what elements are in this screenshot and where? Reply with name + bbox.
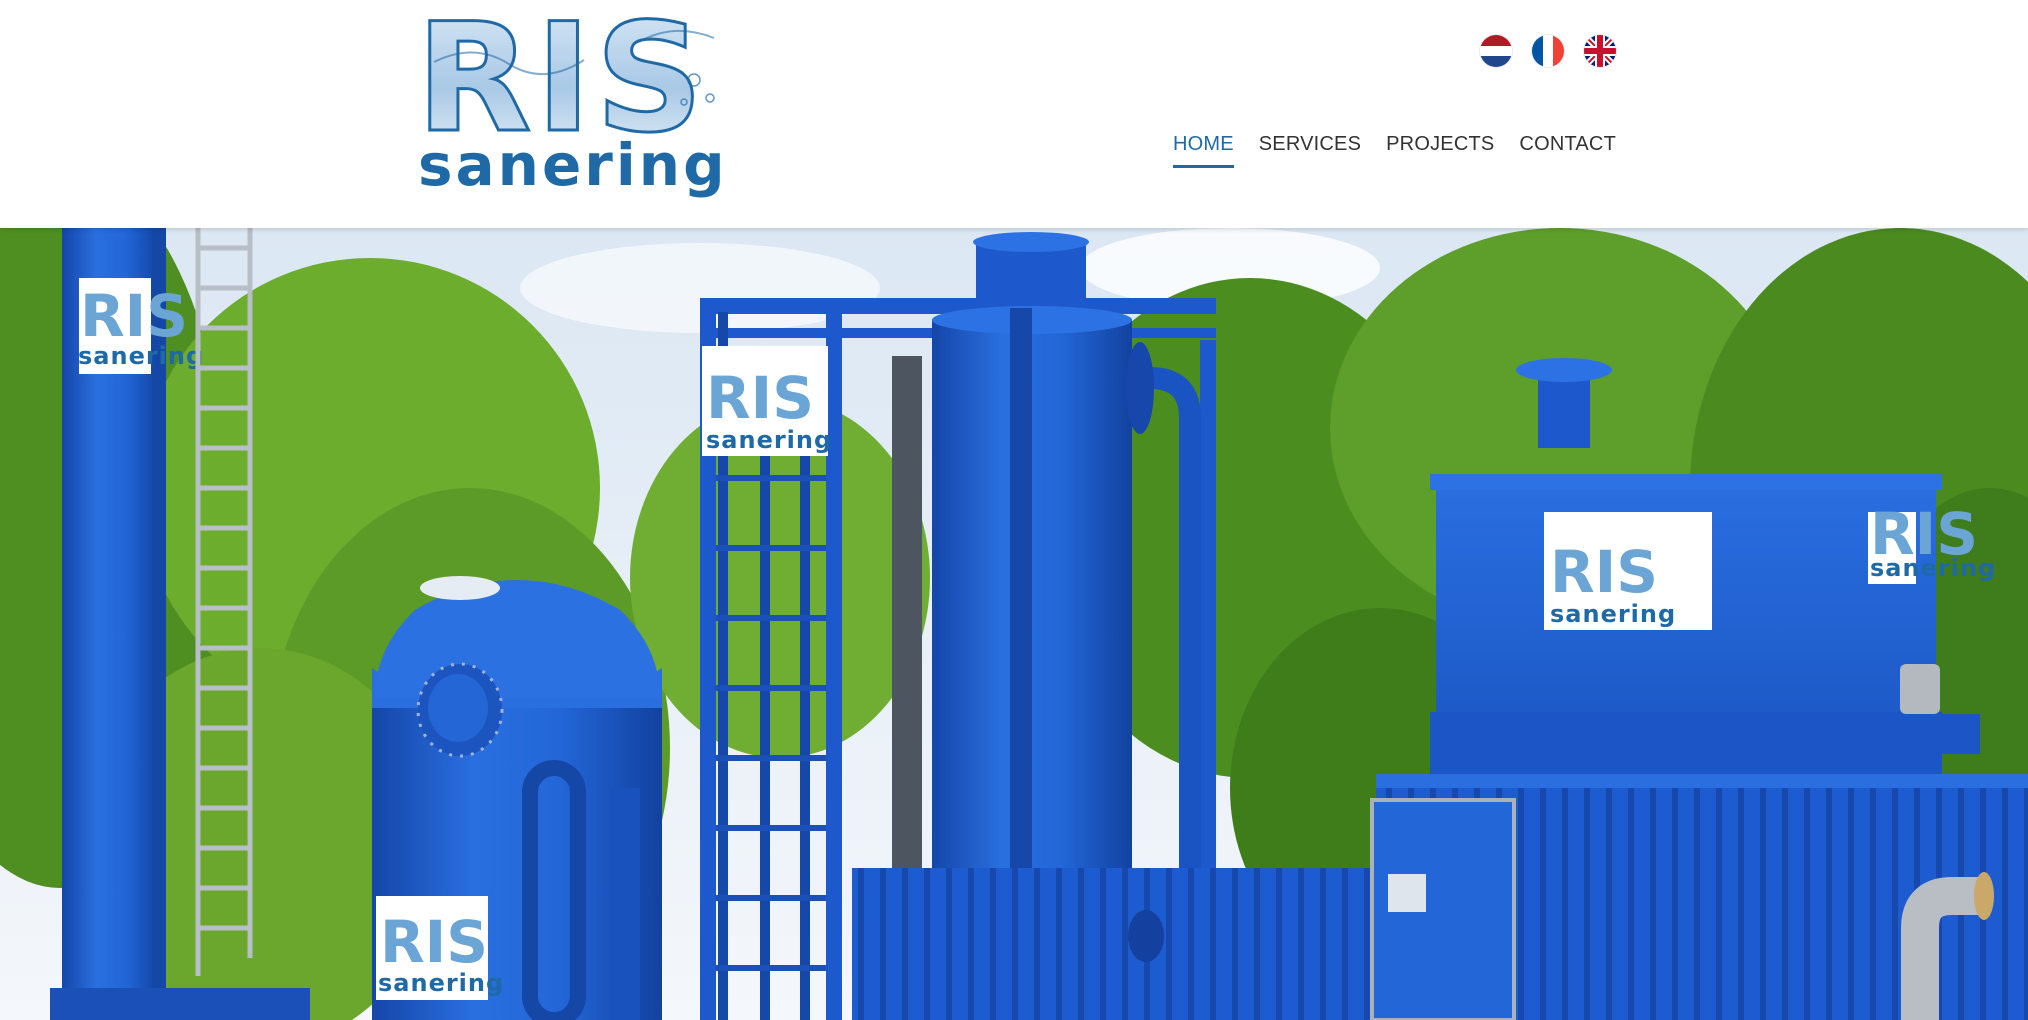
tank-sign-sub: sanering [378,969,504,997]
column-sign-sub: sanering [78,342,204,370]
box-sign-main: RIS [1550,538,1658,606]
flag-netherlands-icon[interactable] [1480,35,1512,67]
site-header: RIS sanering HOME SERVICES PROJECTS CONT… [0,0,2028,228]
nav-projects[interactable]: PROJECTS [1386,133,1494,168]
filter-tank: RIS sanering [372,576,662,1020]
main-navigation: HOME SERVICES PROJECTS CONTACT [1172,133,1616,168]
tank-sign-main: RIS [380,908,488,976]
scaffold-sign: RIS sanering [702,346,832,456]
scaffold-sign-sub: sanering [706,426,832,454]
column-sign-main: RIS [80,282,188,350]
site-logo[interactable]: RIS sanering [414,2,732,198]
hero-image: RIS sanering RIS sanering RIS sanering R… [0,228,2028,1020]
logo-sub-text: sanering [418,131,728,198]
low-containers [852,868,1372,1020]
box-sign-sub: sanering [1550,600,1676,628]
flag-united-kingdom-icon[interactable] [1584,35,1616,67]
nav-contact[interactable]: CONTACT [1519,133,1616,168]
language-switcher [1480,35,1616,67]
flag-france-icon[interactable] [1532,35,1564,67]
nav-services[interactable]: SERVICES [1259,133,1361,168]
scaffold-sign-main: RIS [706,364,814,432]
logo-graphic: RIS sanering [415,2,728,198]
nav-home[interactable]: HOME [1172,133,1234,168]
hero-illustration: RIS sanering RIS sanering RIS sanering R… [0,228,2028,1020]
box-side-sign-sub: sanering [1870,554,1996,582]
